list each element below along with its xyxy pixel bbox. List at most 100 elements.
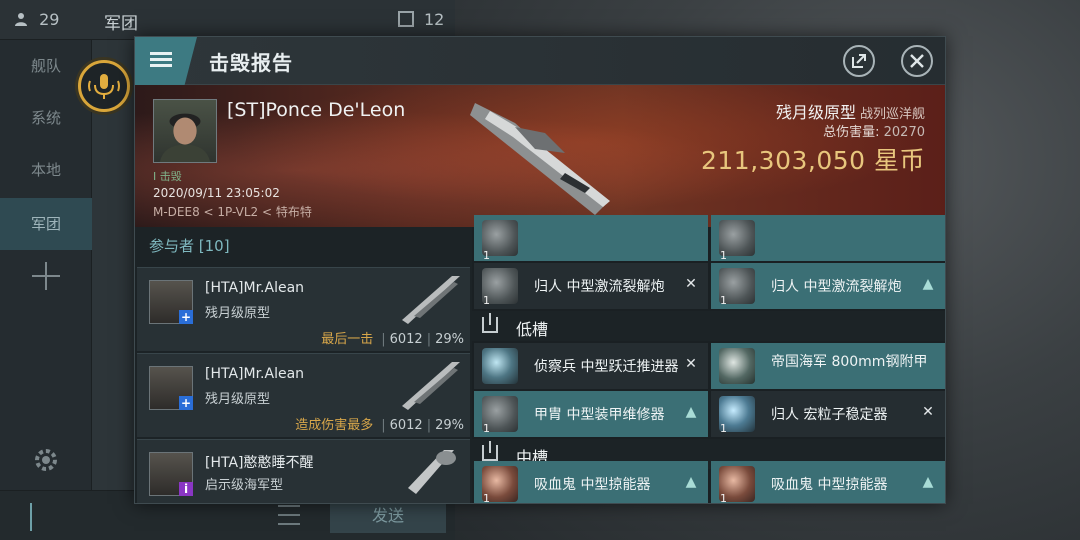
modal-title: 击毁报告	[209, 51, 293, 75]
microphone-icon	[88, 74, 120, 99]
module-name: 吸血鬼 中型掠能器	[771, 477, 888, 493]
destroyed-icon: ✕	[922, 404, 934, 420]
participant-card[interactable]: + [HTA]Mr.Alean 残月级原型 造成伤害最多 | 6012 | 29%	[137, 353, 470, 437]
module-name: 归人 中型激流裂解炮	[534, 279, 665, 295]
participant-tag: 造成伤害最多	[295, 418, 374, 433]
kill-timestamp: 2020/09/11 23:05:02	[153, 186, 280, 200]
module-item[interactable]: 1 吸血鬼 中型掠能器 ▲	[711, 461, 945, 504]
victim-portrait[interactable]	[153, 99, 217, 163]
total-damage-value: 20270	[883, 125, 925, 140]
participant-percent: 29%	[435, 332, 464, 347]
module-item[interactable]: 侦察兵 中型跃迁推进器 ✕	[474, 343, 708, 389]
participant-tag: 最后一击	[321, 332, 374, 347]
participant-ship: 启示级海军型	[205, 478, 284, 493]
module-item[interactable]: 1 归人 中型激流裂解炮 ▲	[711, 263, 945, 309]
module-item[interactable]: 1 甲胄 中型装甲维修器 ▲	[474, 391, 708, 437]
microphone-button[interactable]	[78, 60, 130, 112]
module-item[interactable]: 1 归人 宏粒子稳定器 ✕	[711, 391, 945, 437]
module-item[interactable]: 1	[474, 215, 708, 262]
kill-tag: I 击毁	[153, 170, 182, 183]
ship-render	[455, 93, 635, 223]
fitting-panel: 1 1 1 归人 中型激流裂解炮 ✕ 1 归人 中型激流裂解炮 ▲ 低槽 侦察兵…	[472, 215, 945, 504]
participant-card[interactable]: + [HTA]Mr.Alean 残月级原型 最后一击 | 6012 | 29%	[137, 267, 470, 351]
sidebar-item-system[interactable]: 系统	[0, 92, 92, 144]
dropped-icon: ▲	[685, 474, 697, 490]
destroyed-icon: ✕	[685, 276, 697, 292]
close-button[interactable]	[901, 45, 933, 77]
victim-ship-name: 残月级原型	[775, 103, 856, 122]
dropped-icon: ▲	[685, 404, 697, 420]
module-name: 归人 中型激流裂解炮	[771, 279, 902, 295]
module-name: 甲胄 中型装甲维修器	[534, 407, 665, 423]
participant-damage: 6012	[389, 418, 423, 433]
participant-badge: i	[179, 482, 193, 496]
victim-name: [ST]Ponce De'Leon	[227, 99, 406, 121]
unread-count-value: 12	[424, 10, 445, 29]
module-qty: 1	[720, 492, 727, 504]
mid-slot-icon	[482, 441, 498, 461]
send-button[interactable]: 发送	[330, 499, 446, 533]
module-item[interactable]: 1 归人 中型激流裂解炮 ✕	[474, 263, 708, 309]
kill-report-modal: 击毁报告 [ST]Ponce De'Leon I 击毁 2020/09/11 2…	[134, 36, 946, 504]
participant-name: [HTA]憨憨睡不醒	[205, 455, 314, 471]
module-name: 帝国海军 800mm钢附甲	[771, 354, 928, 370]
participant-ship-image	[394, 272, 464, 328]
module-item[interactable]: 帝国海军 800mm钢附甲	[711, 343, 945, 389]
armor-plate-icon	[719, 348, 755, 384]
modal-header: 击毁报告	[135, 37, 945, 85]
dropped-icon: ▲	[922, 474, 934, 490]
module-qty: 1	[483, 294, 490, 307]
gear-icon[interactable]	[32, 446, 60, 474]
participant-card[interactable]: i [HTA]憨憨睡不醒 启示级海军型	[137, 439, 470, 503]
person-icon	[15, 13, 27, 26]
unread-count[interactable]: 12	[398, 10, 444, 29]
member-count-value: 29	[39, 10, 60, 29]
module-qty: 1	[720, 422, 727, 435]
participant-stats: 造成伤害最多 | 6012 | 29%	[295, 418, 464, 433]
menu-icon	[150, 52, 172, 68]
add-channel-icon[interactable]	[32, 262, 60, 290]
module-item[interactable]: 1 吸血鬼 中型掠能器 ▲	[474, 461, 708, 504]
module-qty: 1	[720, 294, 727, 307]
window-icon	[398, 11, 414, 27]
kill-location: M-DEE8 < 1P-VL2 < 特布特	[153, 205, 312, 219]
share-icon	[852, 54, 866, 68]
participant-ship-image	[394, 444, 464, 500]
participant-damage: 6012	[389, 332, 423, 347]
destroyed-icon: ✕	[685, 356, 697, 372]
module-name: 归人 宏粒子稳定器	[771, 407, 888, 423]
participants-header: 参与者 [10]	[149, 237, 230, 255]
isk-value: 211,303,050 星币	[701, 146, 925, 175]
participant-badge: +	[179, 310, 193, 324]
share-button[interactable]	[843, 45, 875, 77]
total-damage-label: 总伤害量:	[823, 125, 880, 140]
module-qty: 1	[483, 492, 490, 504]
module-name: 吸血鬼 中型掠能器	[534, 477, 651, 493]
module-name: 侦察兵 中型跃迁推进器	[534, 359, 679, 375]
participant-badge: +	[179, 396, 193, 410]
member-count[interactable]: 29	[14, 10, 59, 29]
module-qty: 1	[483, 249, 490, 262]
sidebar-item-local[interactable]: 本地	[0, 144, 92, 196]
close-icon	[910, 54, 924, 68]
low-slot-header: 低槽	[472, 311, 945, 341]
victim-banner: [ST]Ponce De'Leon I 击毁 2020/09/11 23:05:…	[135, 85, 945, 227]
list-icon[interactable]	[278, 505, 300, 525]
total-damage: 总伤害量: 20270	[823, 121, 925, 140]
participant-ship: 残月级原型	[205, 392, 271, 407]
channel-title: 军团	[104, 14, 138, 34]
sidebar-item-corp[interactable]: 军团	[0, 198, 92, 250]
participant-percent: 29%	[435, 418, 464, 433]
module-item[interactable]: 1	[711, 215, 945, 262]
participant-name: [HTA]Mr.Alean	[205, 280, 305, 296]
low-slot-title: 低槽	[516, 320, 549, 339]
victim-ship-class: 战列巡洋舰	[859, 107, 925, 122]
participant-ship-image	[394, 358, 464, 414]
afterburner-icon	[482, 348, 518, 384]
channel-sidebar: 舰队 系统 本地 军团	[0, 40, 92, 490]
module-qty: 1	[720, 249, 727, 262]
menu-button[interactable]	[135, 37, 197, 85]
participant-stats: 最后一击 | 6012 | 29%	[321, 332, 464, 347]
chat-input[interactable]	[30, 503, 260, 531]
chat-topbar: 29 军团 12	[0, 0, 455, 40]
